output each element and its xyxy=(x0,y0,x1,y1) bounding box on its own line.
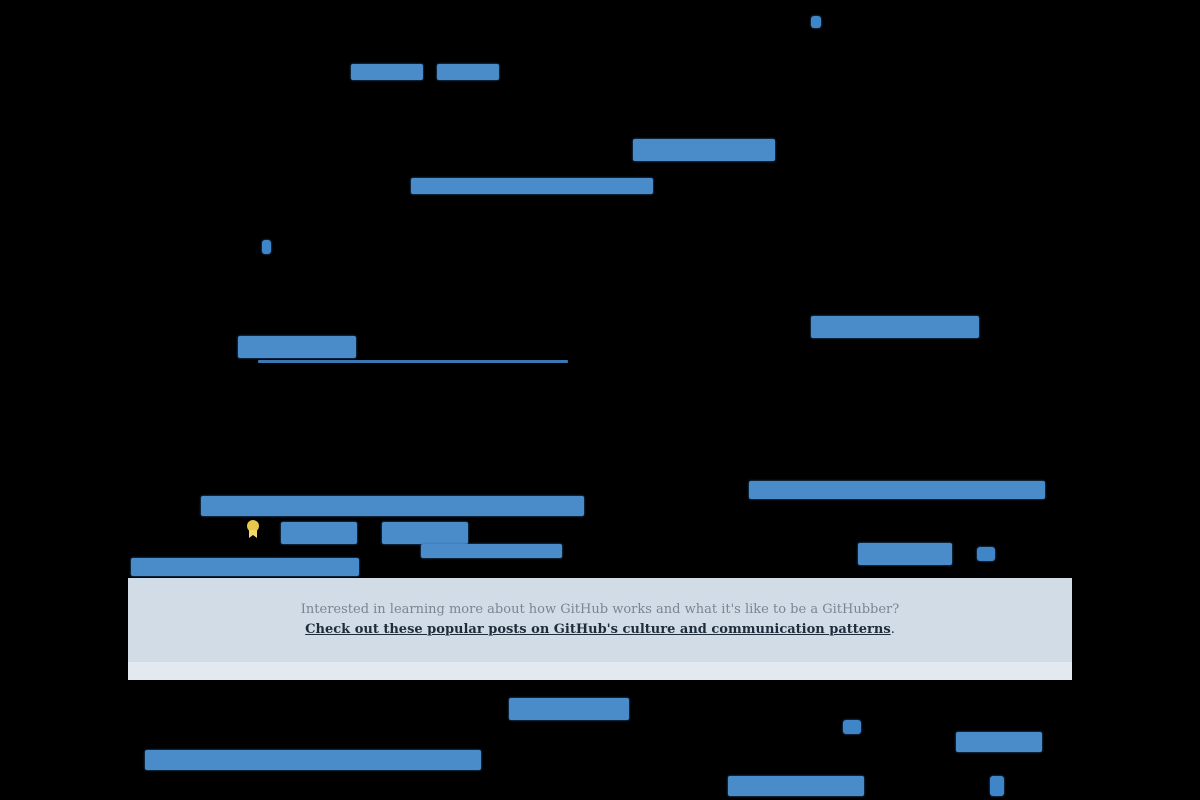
content-link-title[interactable] xyxy=(201,496,584,516)
culture-posts-link[interactable]: Check out these popular posts on GitHub'… xyxy=(305,622,891,638)
section-divider xyxy=(258,360,568,363)
section-link-right[interactable] xyxy=(811,316,979,338)
action-link-right[interactable] xyxy=(858,543,952,565)
lower-marker-icon[interactable] xyxy=(843,720,861,734)
header-link[interactable] xyxy=(633,139,775,161)
bottom-link[interactable] xyxy=(728,776,864,796)
bottom-marker-icon[interactable] xyxy=(990,776,1004,796)
top-right-marker-icon[interactable] xyxy=(811,16,821,28)
author-link-2[interactable] xyxy=(382,522,468,544)
award-icon xyxy=(247,520,259,538)
section-link-left[interactable] xyxy=(238,336,356,358)
meta-link[interactable] xyxy=(421,544,562,558)
nav-link-1[interactable] xyxy=(351,64,423,80)
content-link-right[interactable] xyxy=(749,481,1045,499)
notice-period: . xyxy=(890,622,895,637)
meta-link-2[interactable] xyxy=(131,558,359,576)
lower-link-right[interactable] xyxy=(956,732,1042,752)
lower-link-left[interactable] xyxy=(145,750,481,770)
subheader-link[interactable] xyxy=(411,178,653,194)
culture-notice-banner: Interested in learning more about how Gi… xyxy=(128,578,1072,664)
author-link[interactable] xyxy=(281,522,357,544)
nav-link-2[interactable] xyxy=(437,64,499,80)
lower-link-center[interactable] xyxy=(509,698,629,720)
notice-footer-strip xyxy=(128,662,1072,680)
action-marker-icon[interactable] xyxy=(977,547,995,561)
notice-intro-text: Interested in learning more about how Gi… xyxy=(300,602,900,617)
left-marker-icon[interactable] xyxy=(262,240,271,254)
